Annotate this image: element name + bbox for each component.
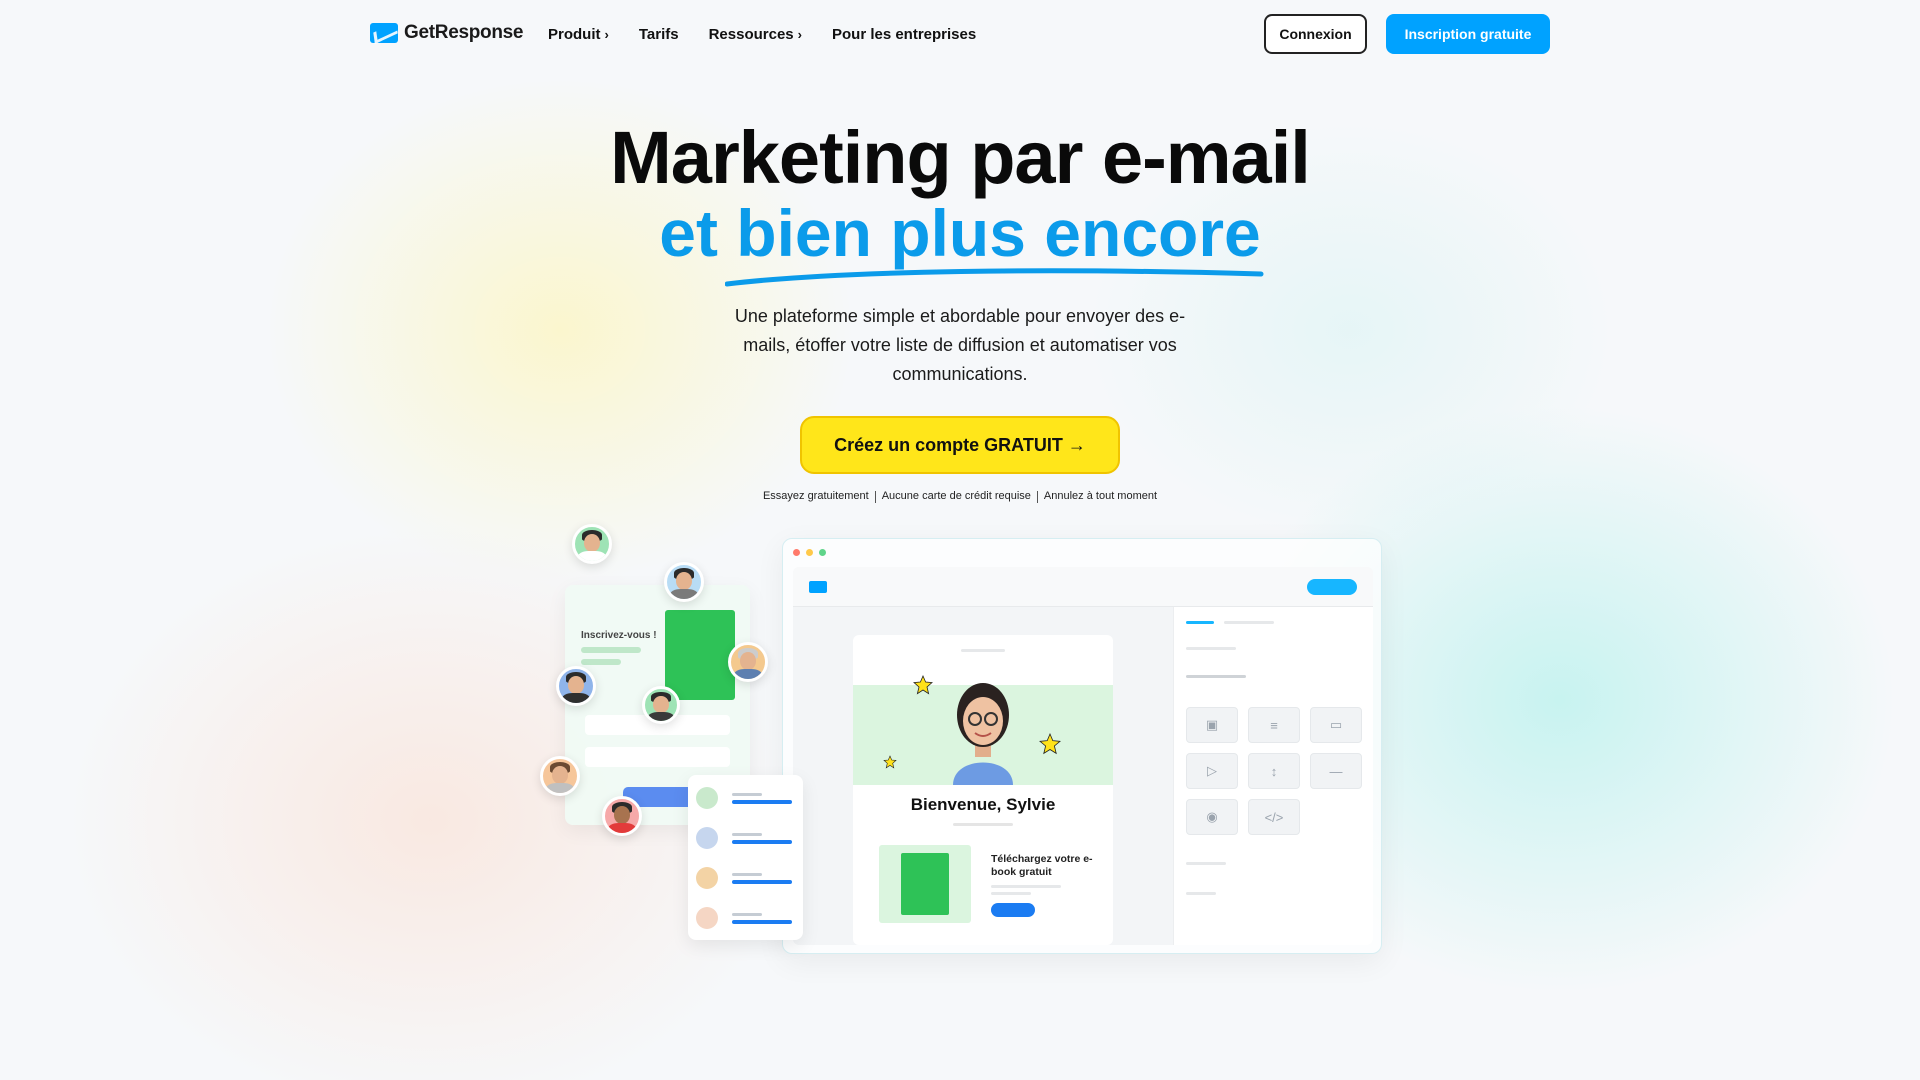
contact-list-mockup <box>688 775 803 940</box>
star-icon <box>913 675 933 695</box>
progress-line <box>732 880 792 884</box>
email-preview-card: Bienvenue, Sylvie Téléchargez votre e-bo… <box>853 635 1113 945</box>
signup-button[interactable]: Inscription gratuite <box>1386 14 1550 54</box>
hero-subtitle: Une plateforme simple et abordable pour … <box>734 306 1186 384</box>
create-account-button[interactable]: Créez un compte GRATUIT → <box>800 416 1120 474</box>
body-shape <box>578 551 606 561</box>
email-editor: Bienvenue, Sylvie Téléchargez votre e-bo… <box>793 567 1373 945</box>
brand-name: GetResponse <box>404 22 524 43</box>
divider-block-icon: — <box>1310 753 1362 789</box>
face-shape <box>653 696 669 713</box>
avatar <box>696 827 718 849</box>
list-item <box>696 903 796 933</box>
avatar <box>602 796 642 836</box>
placeholder-line <box>991 885 1061 888</box>
progress-line <box>732 920 792 924</box>
note-cancel: Annulez à tout moment <box>1043 490 1158 502</box>
code-block-icon: </> <box>1248 799 1300 835</box>
window-dot-icon <box>819 549 826 556</box>
avatar <box>556 666 596 706</box>
face-shape <box>675 572 693 591</box>
chevron-right-icon: › <box>797 27 802 42</box>
star-icon <box>883 755 897 769</box>
placeholder-line <box>1186 675 1246 678</box>
nav-item-ressources[interactable]: Ressources › <box>709 26 802 43</box>
editor-toolbar <box>793 567 1373 607</box>
ebook-cover-icon <box>665 610 735 700</box>
face-shape <box>551 766 569 785</box>
social-block-icon: ◉ <box>1186 799 1238 835</box>
product-screenshot: Bienvenue, Sylvie Téléchargez votre e-bo… <box>782 538 1382 954</box>
face-shape <box>567 676 585 695</box>
placeholder-line <box>581 659 621 665</box>
placeholder-line <box>581 647 641 653</box>
welcome-heading: Bienvenue, Sylvie <box>910 795 1056 814</box>
video-block-icon: ▷ <box>1186 753 1238 789</box>
nav-item-tarifs[interactable]: Tarifs <box>639 26 679 43</box>
top-navigation: GetResponse Produit › Tarifs Ressources › … <box>370 14 1550 56</box>
placeholder-line <box>961 649 1005 652</box>
list-item <box>696 823 796 853</box>
progress-line <box>732 840 792 844</box>
placeholder-line <box>991 892 1031 895</box>
nav-item-entreprises[interactable]: Pour les entreprises <box>832 26 976 43</box>
avatar <box>664 562 704 602</box>
panel-tab <box>1224 621 1274 624</box>
placeholder-line <box>732 833 762 836</box>
list-item <box>696 863 796 893</box>
blocks-panel: ▣ ≡ ▭ ▷ ↕ — ◉ </> <box>1173 607 1373 945</box>
form-field-placeholder <box>585 747 730 767</box>
form-title: Inscrivez-vous ! <box>581 630 657 641</box>
window-dot-icon <box>806 549 813 556</box>
face-shape <box>739 652 757 671</box>
login-button[interactable]: Connexion <box>1264 14 1367 54</box>
face-shape <box>583 534 601 553</box>
hero-title: Marketing par e-mail <box>610 116 1311 199</box>
ebook-cta-text: Téléchargez votre e-book gratuit <box>991 853 1093 878</box>
avatar <box>728 642 768 682</box>
image-block-icon: ▣ <box>1186 707 1238 743</box>
placeholder-line <box>1186 862 1226 865</box>
download-button-shape <box>991 903 1035 917</box>
note-free-trial: Essayez gratuitement <box>762 490 869 502</box>
placeholder-line <box>1186 892 1216 895</box>
envelope-logo-icon <box>370 23 398 43</box>
window-dot-icon <box>793 549 800 556</box>
envelope-icon <box>809 581 827 593</box>
nav-item-produit[interactable]: Produit › <box>548 26 609 43</box>
cta-notes: Essayez gratuitement Aucune carte de cré… <box>0 490 1920 503</box>
woman-portrait-icon <box>953 683 1013 785</box>
avatar <box>642 686 680 724</box>
avatar <box>696 907 718 929</box>
ebook-thumbnail <box>879 845 971 923</box>
face-shape <box>613 806 631 825</box>
list-item <box>696 783 796 813</box>
book-cover-icon <box>901 853 949 915</box>
star-icon <box>1039 733 1061 755</box>
placeholder-line <box>953 823 1013 826</box>
window-controls <box>793 549 826 556</box>
chevron-right-icon: › <box>604 27 609 42</box>
placeholder-line <box>732 873 762 876</box>
progress-line <box>732 800 792 804</box>
hero-title-highlight: et bien plus encore <box>659 196 1261 270</box>
body-shape <box>608 823 636 833</box>
note-no-card: Aucune carte de crédit requise <box>881 490 1031 502</box>
brush-underline-icon <box>725 268 1264 287</box>
placeholder-line <box>732 793 762 796</box>
spacer-block-icon: ↕ <box>1248 753 1300 789</box>
button-block-icon: ▭ <box>1310 707 1362 743</box>
editor-action-pill <box>1307 579 1357 595</box>
panel-tab-active <box>1186 621 1214 624</box>
avatar <box>572 524 612 564</box>
avatar <box>540 756 580 796</box>
placeholder-line <box>1186 647 1236 650</box>
placeholder-line <box>732 913 762 916</box>
avatar <box>696 867 718 889</box>
text-block-icon: ≡ <box>1248 707 1300 743</box>
avatar <box>696 787 718 809</box>
brand-logo[interactable]: GetResponse <box>370 22 523 44</box>
main-menu: Produit › Tarifs Ressources › Pour les ent… <box>548 26 976 43</box>
